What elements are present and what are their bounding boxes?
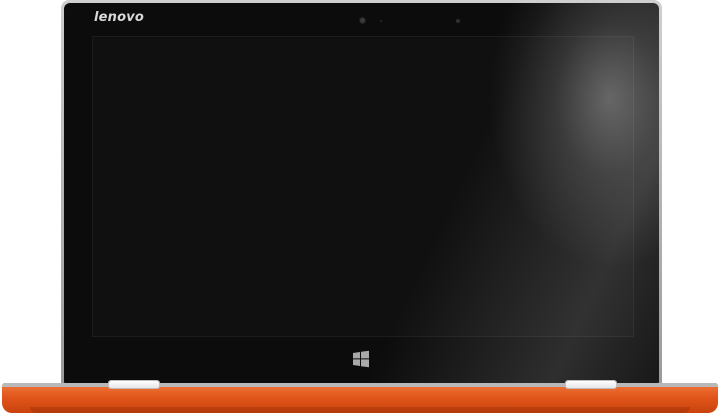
laptop-photo: lenovo: [0, 0, 720, 415]
hinge-left: [109, 381, 159, 388]
screen-bezel: lenovo: [64, 3, 659, 383]
brand-logo: lenovo: [94, 10, 145, 25]
microphone-icon: [456, 19, 460, 23]
windows-logo-icon: [353, 350, 369, 368]
base-shadow: [30, 407, 690, 413]
light-sensor-icon: [380, 20, 382, 22]
camera-icon: [360, 18, 365, 23]
display-panel: [92, 36, 634, 337]
hinge-right: [566, 381, 616, 388]
